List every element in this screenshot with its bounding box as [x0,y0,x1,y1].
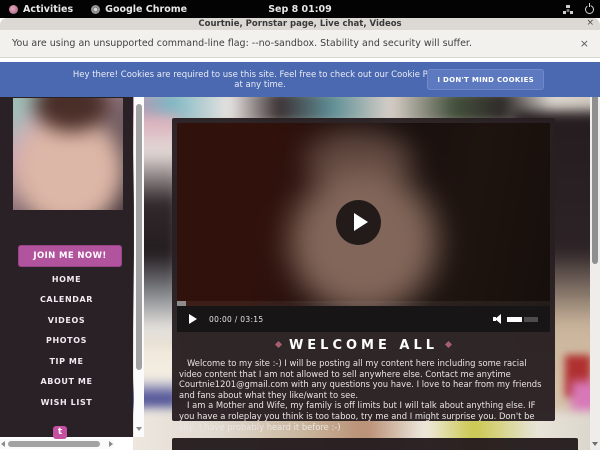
activities-icon [9,5,18,14]
diamond-icon [275,341,282,348]
chrome-infobar: You are using an unsupported command-lin… [0,30,600,58]
play-icon [354,213,368,231]
cookie-banner: Hey there! Cookies are required to use t… [0,62,600,97]
page-scroll-down-icon[interactable] [592,442,598,446]
window-close-icon[interactable]: × [586,18,594,28]
activities-button[interactable]: Activities [0,0,82,18]
focused-app-label: Google Chrome [105,4,187,15]
video-play-overlay-button[interactable] [336,200,381,245]
volume-level-fill[interactable] [507,317,522,322]
volume-control[interactable] [493,314,538,324]
profile-photo [13,98,123,210]
sidebar-vertical-scrollbar[interactable] [134,97,144,437]
gnome-top-bar: Activities Google Chrome Sep 8 01:09 [0,0,600,18]
welcome-text: Welcome to my site :-) I will be posting… [179,358,548,432]
infobar-message: You are using an unsupported command-lin… [12,38,472,49]
network-icon [563,5,573,14]
power-icon [585,5,594,14]
chrome-icon [91,5,100,14]
sidebar-horizontal-scrollbar[interactable] [0,439,114,449]
cookie-accept-button[interactable]: I DON'T MIND COOKIES [427,69,544,90]
welcome-paragraph-2: I am a Mother and Wife, my family is off… [179,400,548,432]
window-title: Courtnie, Pornstar page, Live chat, Vide… [198,19,401,29]
sidebar-item-videos[interactable]: VIDEOS [0,316,133,328]
screen: Activities Google Chrome Sep 8 01:09 Cou… [0,0,600,450]
window-title-bar[interactable]: Courtnie, Pornstar page, Live chat, Vide… [0,18,600,30]
main-content-panel: 00:00 / 03:15 WELCOME ALL Welcome to my … [172,118,555,421]
diamond-icon [445,341,452,348]
volume-icon[interactable] [493,314,503,324]
sidebar-item-calendar[interactable]: CALENDAR [0,295,133,307]
sidebar-scroll-down-icon[interactable] [136,427,142,431]
activities-label: Activities [23,4,73,15]
sidebar-item-wish-list[interactable]: WISH LIST [0,398,133,410]
welcome-paragraph-1: Welcome to my site :-) I will be posting… [179,358,548,400]
sidebar-item-home[interactable]: HOME [0,275,133,287]
sidebar-item-about-me[interactable]: ABOUT ME [0,377,133,389]
video-control-bar: 00:00 / 03:15 [177,306,550,332]
next-section-panel [172,438,578,450]
sidebar-scroll-left-icon[interactable] [1,441,5,447]
sidebar-item-tip-me[interactable]: TIP ME [0,357,133,369]
video-time-display: 00:00 / 03:15 [209,315,263,324]
infobar-close-icon[interactable]: × [580,37,589,50]
page-scrollbar[interactable] [590,62,600,450]
cookie-message: Hey there! Cookies are required to use t… [70,70,450,90]
sidebar-vscroll-thumb[interactable] [136,104,142,370]
tumblr-icon[interactable]: t [53,426,67,439]
welcome-heading-text: WELCOME ALL [289,338,438,353]
sidebar-scroll-right-icon[interactable] [109,441,113,447]
welcome-heading: WELCOME ALL [172,338,555,353]
system-tray[interactable] [563,0,594,18]
profile-photo-blur [13,98,123,210]
focused-app-menu[interactable]: Google Chrome [82,0,196,18]
join-me-now-button[interactable]: JOIN ME NOW! [18,245,122,267]
profile-sidebar: JOIN ME NOW! HOME CALENDAR VIDEOS PHOTOS… [0,97,133,437]
sidebar-hscroll-thumb[interactable] [8,441,100,447]
page-scroll-thumb[interactable] [592,74,598,264]
sidebar-item-photos[interactable]: PHOTOS [0,336,133,348]
play-button-icon[interactable] [189,314,197,324]
volume-level-rest[interactable] [524,317,538,322]
